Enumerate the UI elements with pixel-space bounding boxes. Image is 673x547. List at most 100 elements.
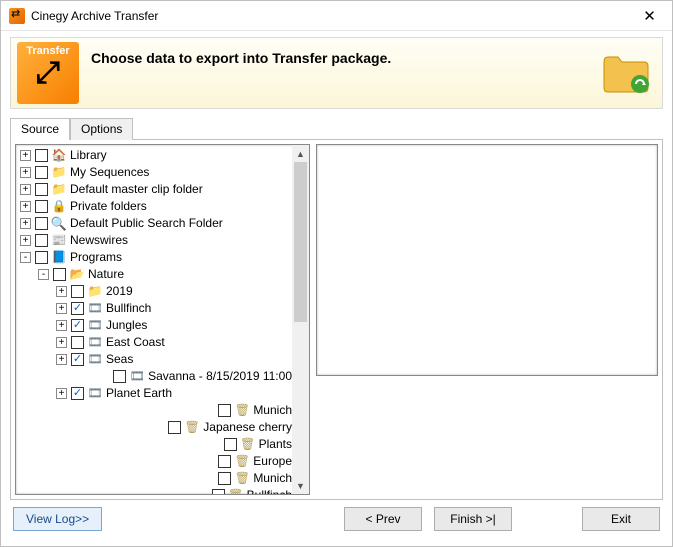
tree-row[interactable]: +🎞East Coast [18, 334, 292, 351]
expand-icon[interactable]: + [20, 201, 31, 212]
tree-row[interactable]: +🗑Plants [18, 436, 292, 453]
tree-checkbox[interactable] [35, 149, 48, 162]
scroll-down-button[interactable]: ▼ [292, 477, 309, 494]
tree-checkbox[interactable] [35, 200, 48, 213]
expand-icon[interactable]: + [56, 286, 67, 297]
bin-icon: 🗑 [234, 455, 250, 469]
tree-checkbox[interactable] [35, 251, 48, 264]
tree-row[interactable]: +🗑Europe [18, 453, 292, 470]
source-tree-container: +🏠Library+📁My Sequences+📁Default master … [15, 144, 310, 495]
tree-checkbox[interactable] [71, 285, 84, 298]
fld-icon: 📁 [87, 285, 103, 299]
arrows-icon: ⤢ [36, 56, 60, 90]
tree-checkbox[interactable]: ✓ [71, 387, 84, 400]
banner-heading: Choose data to export into Transfer pack… [91, 50, 391, 66]
tree-row[interactable]: +🎞Savanna - 8/15/2019 11:00 [18, 368, 292, 385]
tree-item-label: Bullfinch [246, 487, 292, 494]
expand-icon[interactable]: + [20, 218, 31, 229]
collapse-icon[interactable]: - [38, 269, 49, 280]
tree-item-label: Planet Earth [105, 385, 172, 402]
tree-row[interactable]: - 📂Nature [18, 266, 292, 283]
tree-checkbox[interactable] [113, 370, 126, 383]
tree-checkbox[interactable]: ✓ [71, 353, 84, 366]
tree-row[interactable]: +🗑Japanese cherry [18, 419, 292, 436]
tree-item-label: My Sequences [69, 164, 149, 181]
expand-icon[interactable]: + [56, 337, 67, 348]
tree-checkbox[interactable] [35, 234, 48, 247]
tree-row[interactable]: +✓🎞Planet Earth [18, 385, 292, 402]
expand-icon[interactable]: + [56, 320, 67, 331]
tree-checkbox[interactable] [218, 455, 231, 468]
tree-row[interactable]: +🔍Default Public Search Folder [18, 215, 292, 232]
tab-source[interactable]: Source [10, 118, 70, 140]
tree-checkbox[interactable]: ✓ [71, 302, 84, 315]
tree-row[interactable]: +🔒Private folders [18, 198, 292, 215]
tree-row[interactable]: +📁My Sequences [18, 164, 292, 181]
tree-checkbox[interactable] [71, 336, 84, 349]
tree-row[interactable]: +✓🎞Jungles [18, 317, 292, 334]
bin-icon: 🗑 [228, 489, 244, 495]
search-icon: 🔍 [51, 217, 67, 231]
scroll-up-button[interactable]: ▲ [292, 145, 309, 162]
tab-panel: +🏠Library+📁My Sequences+📁Default master … [10, 139, 663, 500]
tree-checkbox[interactable] [218, 472, 231, 485]
expand-icon[interactable]: + [20, 150, 31, 161]
tree-item-label: Bullfinch [105, 300, 151, 317]
tree-item-label: Programs [69, 249, 122, 266]
reel-icon: 🎞 [87, 336, 103, 350]
view-log-button[interactable]: View Log>> [13, 507, 102, 531]
scroll-thumb[interactable] [294, 162, 307, 322]
tree-row[interactable]: +🗑Munich [18, 470, 292, 487]
tree-checkbox[interactable] [35, 183, 48, 196]
tree-checkbox[interactable] [35, 217, 48, 230]
tree-checkbox[interactable] [53, 268, 66, 281]
close-button[interactable]: ✕ [627, 1, 672, 31]
dialog-window: Cinegy Archive Transfer ✕ Transfer ⤢ Cho… [0, 0, 673, 547]
collapse-icon[interactable]: - [20, 252, 31, 263]
tree-row[interactable]: +📁2019 [18, 283, 292, 300]
expand-icon[interactable]: + [56, 303, 67, 314]
expand-icon[interactable]: + [20, 235, 31, 246]
tree-row[interactable]: +🗑Munich [18, 402, 292, 419]
expand-icon[interactable]: + [20, 184, 31, 195]
expand-icon[interactable]: + [56, 354, 67, 365]
folder-sync-icon [600, 52, 652, 94]
expand-icon[interactable]: + [56, 388, 67, 399]
tree-row[interactable]: +📁Default master clip folder [18, 181, 292, 198]
button-bar: View Log>> < Prev Finish >| Exit [1, 500, 672, 546]
tree-row[interactable]: +🏠Library [18, 147, 292, 164]
tree-scrollbar[interactable]: ▲ ▼ [292, 145, 309, 494]
app-icon [9, 8, 25, 24]
expand-icon[interactable]: + [20, 167, 31, 178]
tree-row[interactable]: -📘Programs [18, 249, 292, 266]
tree-checkbox[interactable] [35, 166, 48, 179]
bin-icon: 🗑 [184, 421, 200, 435]
prev-button[interactable]: < Prev [344, 507, 422, 531]
fld-open-icon: 📂 [69, 268, 85, 282]
tree-checkbox[interactable] [212, 489, 225, 494]
reel-icon: 🎞 [87, 353, 103, 367]
tree-checkbox[interactable] [168, 421, 181, 434]
tree-checkbox[interactable] [218, 404, 231, 417]
private-icon: 🔒 [51, 200, 67, 214]
reel-icon: 🎞 [129, 370, 145, 384]
tree-item-label: Munich [252, 470, 292, 487]
tree-item-label: Plants [258, 436, 292, 453]
source-tree[interactable]: +🏠Library+📁My Sequences+📁Default master … [16, 145, 292, 494]
tree-row[interactable]: +📰Newswires [18, 232, 292, 249]
tab-options[interactable]: Options [70, 118, 133, 140]
fld-icon: 📁 [51, 183, 67, 197]
exit-button[interactable]: Exit [582, 507, 660, 531]
tree-row[interactable]: +✓🎞Bullfinch [18, 300, 292, 317]
tree-checkbox[interactable]: ✓ [71, 319, 84, 332]
transfer-logo: Transfer ⤢ [17, 42, 79, 104]
finish-button[interactable]: Finish >| [434, 507, 512, 531]
tree-checkbox[interactable] [224, 438, 237, 451]
preview-pane [316, 144, 658, 376]
tree-item-label: Newswires [69, 232, 128, 249]
tree-item-label: Nature [87, 266, 124, 283]
tree-item-label: Europe [252, 453, 292, 470]
tree-row[interactable]: +✓🎞Seas [18, 351, 292, 368]
tree-row[interactable]: +🗑Bullfinch [18, 487, 292, 494]
tab-bar: Source Options [10, 117, 663, 139]
